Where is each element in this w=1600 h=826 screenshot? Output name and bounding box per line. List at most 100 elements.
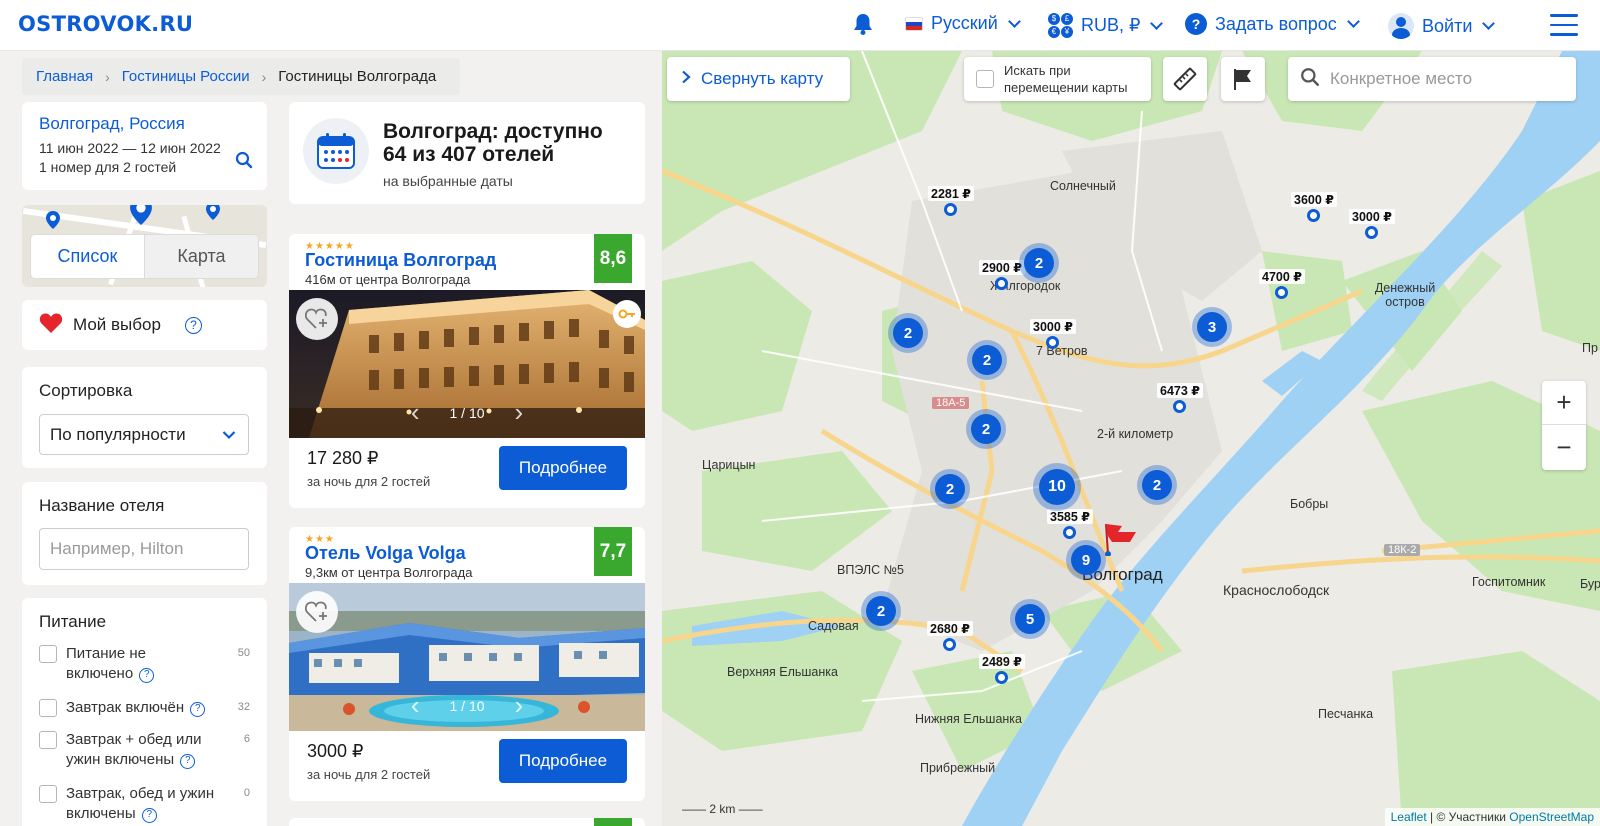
breadcrumb-separator: › xyxy=(261,68,267,85)
language-selector[interactable]: Русский xyxy=(905,13,1021,34)
help-chat-icon: ? xyxy=(1185,13,1207,35)
hotel-cluster-marker[interactable]: 2 xyxy=(972,345,1002,375)
hotel-cluster-marker[interactable]: 3 xyxy=(1197,312,1227,342)
food-option[interactable]: Завтрак включён ? 32 xyxy=(39,698,250,720)
details-button[interactable]: Подробнее xyxy=(499,446,627,490)
user-avatar-icon xyxy=(1388,13,1414,39)
hotel-card-partial[interactable] xyxy=(289,818,645,826)
help-icon[interactable]: ? xyxy=(180,753,196,769)
checkbox[interactable] xyxy=(39,731,57,749)
hotels-map[interactable]: Солнечный Жилгородок 7 Ветров 2-й киломе… xyxy=(662,51,1600,826)
map-label: Денежный остров xyxy=(1374,281,1436,309)
map-pin-icon xyxy=(206,205,220,225)
price-pin[interactable]: 2900 ₽ xyxy=(979,260,1025,290)
option-count: 0 xyxy=(243,787,250,799)
search-city[interactable]: Волгоград, Россия xyxy=(39,114,250,134)
flag-tool-button[interactable] xyxy=(1221,57,1265,101)
price-pin[interactable]: 4700 ₽ xyxy=(1259,269,1305,299)
hotel-photo[interactable]: ‹ 1 / 10 › xyxy=(289,583,645,731)
food-option[interactable]: Завтрак, обед и ужин включены ? 0 xyxy=(39,784,250,826)
breadcrumb-separator: › xyxy=(105,68,110,85)
price-pin[interactable]: 6473 ₽ xyxy=(1157,383,1203,413)
leaflet-link[interactable]: Leaflet xyxy=(1391,810,1427,824)
details-button[interactable]: Подробнее xyxy=(499,739,627,783)
search-on-move-toggle[interactable]: Искать при перемещении карты xyxy=(964,57,1151,101)
map-pin-icon xyxy=(995,671,1009,684)
currency-selector[interactable]: $ £ € ¥ RUB, ₽ xyxy=(1048,13,1164,38)
price-pin[interactable]: 2680 ₽ xyxy=(927,621,973,651)
mini-map-preview[interactable]: Список Карта xyxy=(22,205,267,287)
hotel-name-title: Название отеля xyxy=(39,496,165,515)
hotel-name-link[interactable]: Отель Volga Volga xyxy=(305,543,466,564)
hotel-cluster-marker[interactable]: 2 xyxy=(935,474,965,504)
sort-title: Сортировка xyxy=(39,381,133,400)
food-option[interactable]: Завтрак + обед или ужин включены ? 6 xyxy=(39,730,250,774)
help-icon[interactable]: ? xyxy=(139,667,155,683)
food-option[interactable]: Питание не включено ? 50 xyxy=(39,644,250,688)
food-title: Питание xyxy=(39,612,107,631)
option-count: 6 xyxy=(243,733,250,745)
search-summary-card[interactable]: Волгоград, Россия 11 июн 2022 — 12 июн 2… xyxy=(22,102,267,190)
help-icon[interactable]: ? xyxy=(141,807,157,823)
russia-flag-icon xyxy=(905,16,923,31)
checkbox[interactable] xyxy=(976,70,994,88)
flag-icon xyxy=(1234,69,1251,90)
help-icon[interactable]: ? xyxy=(190,701,206,717)
price-pin[interactable]: 3600 ₽ xyxy=(1291,192,1337,222)
price-pin[interactable]: 2489 ₽ xyxy=(979,654,1025,684)
hotel-photo[interactable]: ‹ 1 / 10 › xyxy=(289,290,645,438)
logo[interactable]: OSTROVOK.RU xyxy=(18,12,193,36)
chevron-right-icon[interactable]: › xyxy=(515,397,524,428)
hotel-name-filter-card: Название отеля Например, Hilton xyxy=(22,482,267,585)
hamburger-menu-icon[interactable] xyxy=(1550,14,1578,36)
price-pin[interactable]: 3585 ₽ xyxy=(1047,509,1093,539)
breadcrumb-home-link[interactable]: Главная xyxy=(36,68,93,85)
add-favorite-button[interactable] xyxy=(296,298,338,340)
hotel-card[interactable]: ★★★★★ Гостиница Волгоград 416м от центра… xyxy=(289,234,645,508)
checkbox[interactable] xyxy=(39,785,57,803)
breadcrumb: Главная › Гостиницы России › Гостиницы В… xyxy=(22,58,460,95)
map-label: Нижняя Ельшанка xyxy=(915,712,1023,726)
place-search-input[interactable]: Конкретное место xyxy=(1288,57,1576,101)
checkbox[interactable] xyxy=(39,699,57,717)
sort-select[interactable]: По популярности xyxy=(39,414,249,455)
hotel-cluster-marker[interactable]: 5 xyxy=(1015,604,1045,634)
price-pin[interactable]: 2281 ₽ xyxy=(928,186,974,216)
favorites-card[interactable]: Мой выбор ? xyxy=(22,300,267,350)
zoom-in-button[interactable]: + xyxy=(1542,381,1586,425)
hotel-card[interactable]: ★★★ Отель Volga Volga 9,3км от центра Во… xyxy=(289,527,645,801)
map-pin-icon xyxy=(46,211,60,234)
breadcrumb-country-link[interactable]: Гостиницы России xyxy=(122,68,250,85)
chevron-left-icon[interactable]: ‹ xyxy=(411,397,420,428)
availability-banner: Волгоград: доступно 64 из 407 отелей на … xyxy=(289,102,645,204)
osm-link[interactable]: OpenStreetMap xyxy=(1509,810,1594,824)
hotel-name-link[interactable]: Гостиница Волгоград xyxy=(305,250,496,271)
hotel-cluster-marker[interactable]: 2 xyxy=(893,318,923,348)
price-pin[interactable]: 3000 ₽ xyxy=(1349,209,1395,239)
chevron-down-icon xyxy=(1346,15,1360,28)
price-pin[interactable]: 3000 ₽ xyxy=(1030,319,1076,349)
chevron-left-icon[interactable]: ‹ xyxy=(411,690,420,721)
hotel-name-input[interactable]: Например, Hilton xyxy=(39,528,249,570)
hotel-cluster-marker[interactable]: 2 xyxy=(866,596,896,626)
list-view-tab[interactable]: Список xyxy=(31,235,144,278)
hotel-cluster-marker[interactable]: 2 xyxy=(971,414,1001,444)
hotel-cluster-marker[interactable]: 2 xyxy=(1024,248,1054,278)
hotel-cluster-marker[interactable]: 10 xyxy=(1039,469,1075,505)
notifications-bell-icon[interactable] xyxy=(852,12,874,41)
availability-subtitle: на выбранные даты xyxy=(383,173,513,189)
zoom-out-button[interactable]: − xyxy=(1542,425,1586,469)
checkbox[interactable] xyxy=(39,645,57,663)
help-icon[interactable]: ? xyxy=(184,316,202,334)
login-menu[interactable]: Войти xyxy=(1388,13,1496,39)
hotel-cluster-marker[interactable]: 2 xyxy=(1142,470,1172,500)
add-favorite-button[interactable] xyxy=(296,591,338,633)
chevron-right-icon[interactable]: › xyxy=(515,690,524,721)
collapse-map-button[interactable]: Свернуть карту xyxy=(667,57,850,101)
hotel-cluster-marker[interactable]: 9 xyxy=(1071,545,1101,575)
hotel-price: 3000 ₽ xyxy=(307,741,364,761)
search-icon[interactable] xyxy=(235,151,253,174)
ruler-tool-button[interactable] xyxy=(1163,57,1207,101)
map-view-tab[interactable]: Карта xyxy=(144,235,258,278)
help-menu[interactable]: ? Задать вопрос xyxy=(1185,13,1360,35)
